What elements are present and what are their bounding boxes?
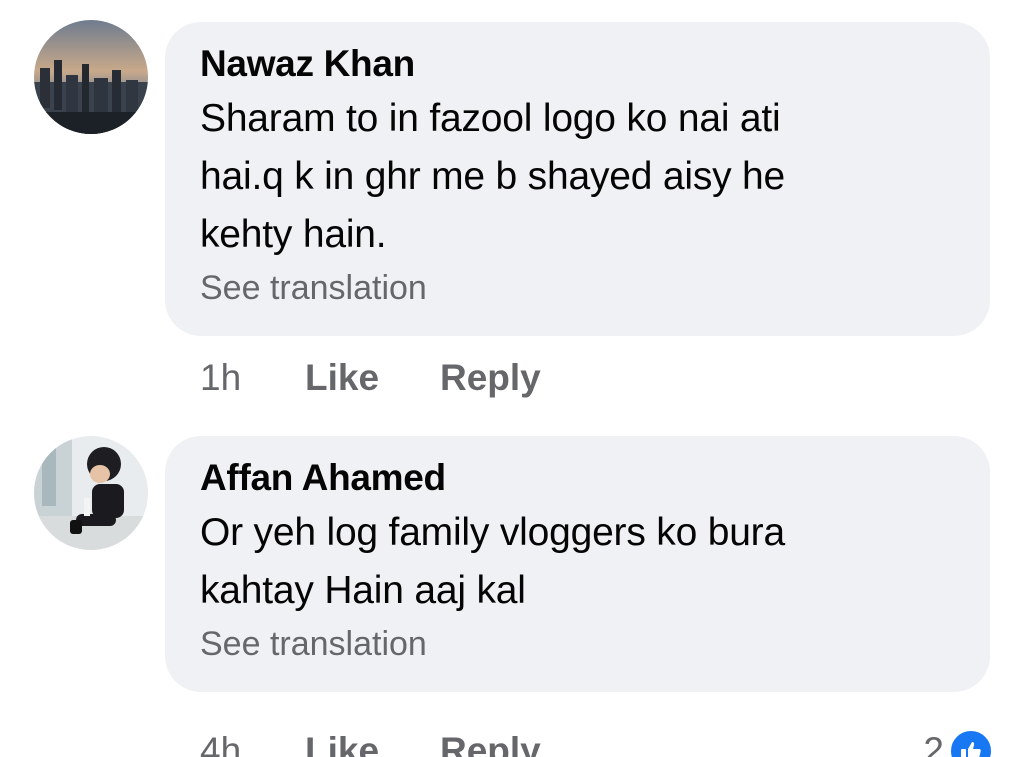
see-translation-link[interactable]: See translation [200, 266, 960, 310]
avatar-city-image [34, 20, 148, 134]
thumbs-up-icon [961, 742, 981, 757]
like-button[interactable]: Like [305, 730, 440, 757]
comment-text: Sharam to in fazool logo ko nai ati hai.… [200, 97, 786, 256]
comment-actions: 4h Like Reply [200, 726, 541, 757]
avatar[interactable] [34, 436, 148, 550]
like-button[interactable]: Like [305, 357, 440, 399]
like-reaction-icon [948, 728, 994, 757]
comment-bubble: Affan Ahamed Or yeh log family vloggers … [165, 436, 990, 692]
reply-button[interactable]: Reply [440, 357, 541, 399]
comment-timestamp[interactable]: 1h [200, 357, 305, 399]
avatar-child-image [34, 436, 148, 550]
comment-bubble: Nawaz Khan Sharam to in fazool logo ko n… [165, 22, 990, 336]
comments-thread: Nawaz Khan Sharam to in fazool logo ko n… [0, 0, 1024, 757]
comment-author[interactable]: Affan Ahamed [200, 456, 960, 500]
comment-timestamp[interactable]: 4h [200, 730, 305, 757]
see-translation-link[interactable]: See translation [200, 622, 960, 666]
avatar[interactable] [34, 20, 148, 134]
comment-text: Or yeh log family vloggers ko bura kahta… [200, 511, 785, 612]
comment-actions: 1h Like Reply [200, 353, 541, 403]
reaction-count: 2 [923, 730, 944, 757]
comment-author[interactable]: Nawaz Khan [200, 42, 960, 86]
reply-button[interactable]: Reply [440, 730, 541, 757]
reaction-summary[interactable]: 2 [923, 728, 994, 757]
